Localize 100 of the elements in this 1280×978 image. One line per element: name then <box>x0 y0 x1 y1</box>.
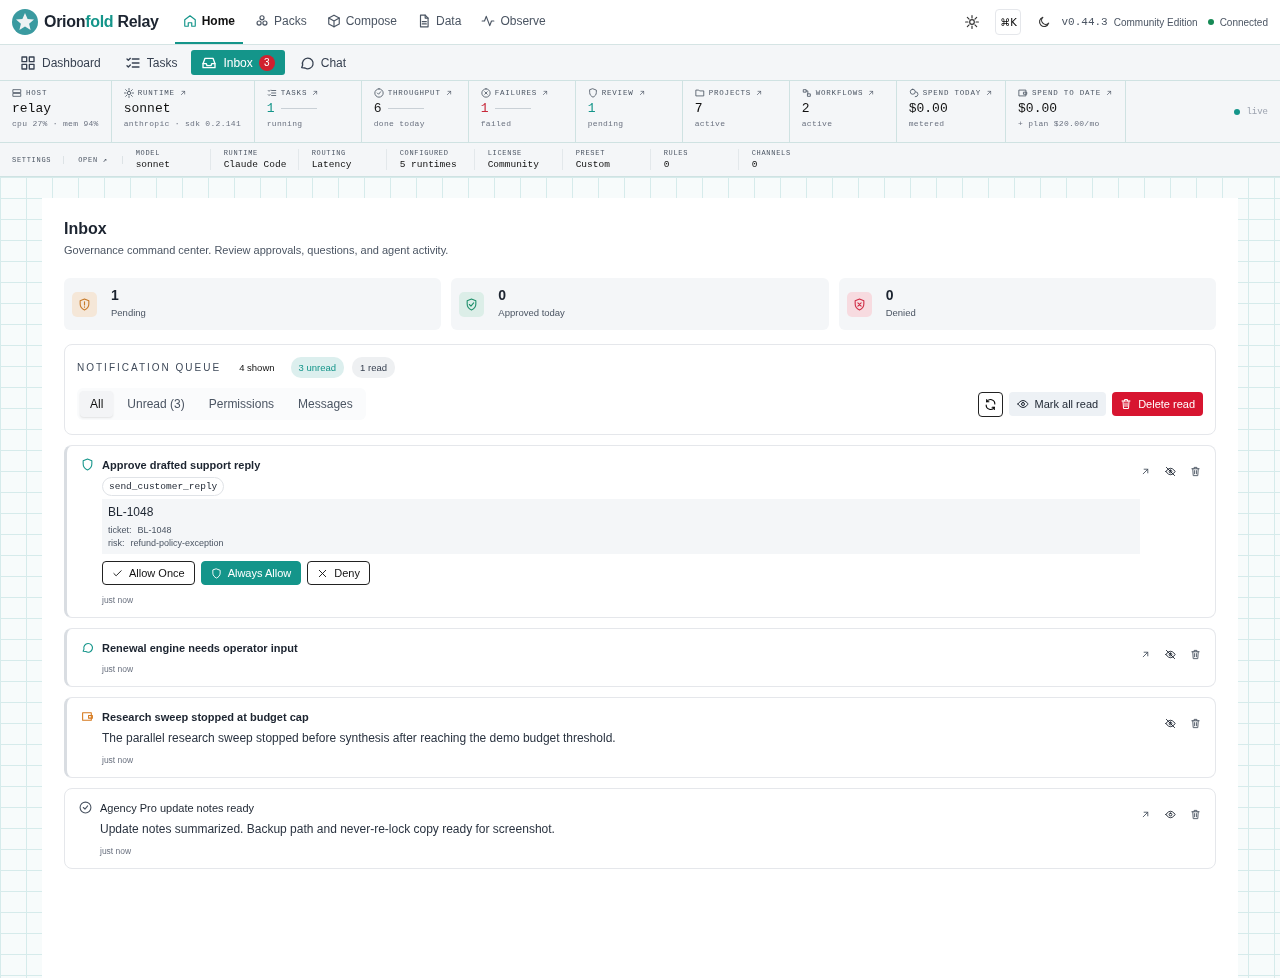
decision-button[interactable]: Allow Once <box>102 561 195 585</box>
circles-icon <box>255 14 269 28</box>
nav-tab[interactable]: Compose <box>318 0 406 44</box>
summary-label: Denied <box>885 306 916 318</box>
unread-count: 3 unread <box>290 357 345 378</box>
eye-icon[interactable] <box>1165 809 1176 820</box>
metric-value: relay <box>12 101 51 116</box>
timestamp: just now <box>100 846 132 856</box>
page-subtitle: Governance command center. Review approvals, questions, and agent activity. <box>64 244 450 256</box>
server-icon <box>12 88 22 98</box>
delete-read-button[interactable]: Delete read <box>1112 392 1203 416</box>
shield-icon <box>210 567 222 579</box>
metric-caption: cpu 27% · mem 94% <box>12 119 99 128</box>
live-dot <box>1234 108 1241 115</box>
section-tab[interactable]: Inbox 3 <box>191 50 285 75</box>
trash-icon[interactable] <box>1190 466 1201 477</box>
read-count: 1 read <box>352 357 395 378</box>
tab-label: Chat <box>320 55 347 70</box>
nav-tab[interactable]: Packs <box>247 0 315 44</box>
decision-button[interactable]: Deny <box>307 561 370 585</box>
status-dot <box>1207 19 1214 25</box>
config-value: Latency <box>311 159 353 170</box>
summary-label: Approved today <box>498 306 565 318</box>
nav-tab[interactable]: Data <box>409 0 470 44</box>
arrow-up-right-icon[interactable] <box>1140 809 1151 820</box>
star-logo-icon <box>12 9 38 35</box>
section-tab[interactable]: Tasks <box>114 50 188 75</box>
filter-tab[interactable]: Unread (3) <box>117 391 195 417</box>
folder-icon <box>694 88 705 98</box>
checkmark-icon <box>112 567 123 579</box>
filter-tab[interactable]: Permissions <box>198 391 285 417</box>
config-value: 0 <box>751 159 759 170</box>
metric-value: 1 <box>587 101 596 116</box>
chat-bubble-icon <box>81 641 94 654</box>
trash-icon <box>1120 398 1133 410</box>
config-value: Claude Code <box>223 159 285 170</box>
metric-value: 2 <box>801 101 810 116</box>
filter-tab[interactable]: Messages <box>288 391 363 417</box>
field-value: refund-policy-exception <box>130 538 224 548</box>
eye-slash-icon[interactable] <box>1165 718 1176 729</box>
eye-slash-icon[interactable] <box>1165 466 1176 477</box>
eye-slash-icon[interactable] <box>1165 649 1176 660</box>
command-button[interactable]: ⌘K <box>995 9 1022 35</box>
edition-label: Community Edition <box>1113 16 1198 28</box>
metric-value: $0.00 <box>908 101 948 116</box>
notification-title: Renewal engine needs operator input <box>102 641 298 654</box>
eye-icon <box>1016 398 1029 410</box>
metric-caption: pending <box>587 119 625 128</box>
trash-icon[interactable] <box>1190 718 1201 729</box>
shield-exclamation-icon <box>78 297 91 311</box>
notification-title: Research sweep stopped at budget cap <box>102 710 309 723</box>
trash-icon[interactable] <box>1190 809 1201 820</box>
detail-heading: BL-1048 <box>108 505 155 519</box>
page-title: Inbox <box>64 220 108 238</box>
timestamp: just now <box>102 664 134 674</box>
refresh-icon <box>983 397 997 411</box>
summary-value: 0 <box>885 286 895 303</box>
section-tab[interactable]: Dashboard <box>10 50 111 75</box>
metric-caption: active <box>694 119 727 128</box>
field-key: ticket: <box>108 525 132 535</box>
mark-all-read-button[interactable]: Mark all read <box>1008 392 1107 416</box>
config-value: sonnet <box>135 159 171 170</box>
metric-caption: anthropic · sdk 0.2.141 <box>123 119 242 128</box>
shield-check-icon <box>465 297 479 311</box>
summary-label: Pending <box>111 306 146 318</box>
wallet-icon <box>1018 88 1029 98</box>
shown-count: 4 shown <box>238 361 276 375</box>
filter-tab[interactable]: All <box>80 391 114 417</box>
coins-icon <box>908 88 919 98</box>
check-circle-icon <box>373 88 384 98</box>
wallet-icon <box>81 710 94 723</box>
summary-value: 0 <box>498 286 508 303</box>
notification-body: The parallel research sweep stopped before synthesis after reaching the demo budget threshold. <box>102 731 616 745</box>
arrow-up-right-icon[interactable] <box>1140 649 1151 660</box>
shield-icon <box>587 88 598 98</box>
metric-caption: done today <box>373 119 426 128</box>
shield-x-icon <box>852 297 866 311</box>
trash-icon[interactable] <box>1190 649 1201 660</box>
timestamp: just now <box>102 595 134 605</box>
metric-value: 7 <box>694 101 703 116</box>
metric-caption: metered <box>908 119 946 128</box>
count-badge: 3 <box>258 54 275 71</box>
metric-value: $0.00 <box>1018 101 1058 116</box>
pulse-icon <box>481 14 496 28</box>
decision-button[interactable]: Always Allow <box>200 561 302 585</box>
metric-value: 1 <box>480 101 489 116</box>
field-key: risk: <box>108 538 125 548</box>
metric-caption: active <box>801 119 834 128</box>
field-value: BL-1048 <box>137 525 172 535</box>
notification-title: Approve drafted support reply <box>102 458 261 471</box>
config-value: Community <box>487 159 540 170</box>
refresh-button[interactable] <box>977 391 1003 417</box>
cube-icon <box>326 14 341 28</box>
tab-label: Tasks <box>146 55 178 70</box>
section-tab[interactable]: Chat <box>288 50 357 75</box>
moon-icon[interactable] <box>1037 15 1052 29</box>
arrow-up-right-icon[interactable] <box>1140 466 1151 477</box>
live-label: live <box>1246 106 1268 117</box>
nav-tab[interactable]: Observe <box>473 0 554 44</box>
metric-caption: failed <box>480 119 513 128</box>
